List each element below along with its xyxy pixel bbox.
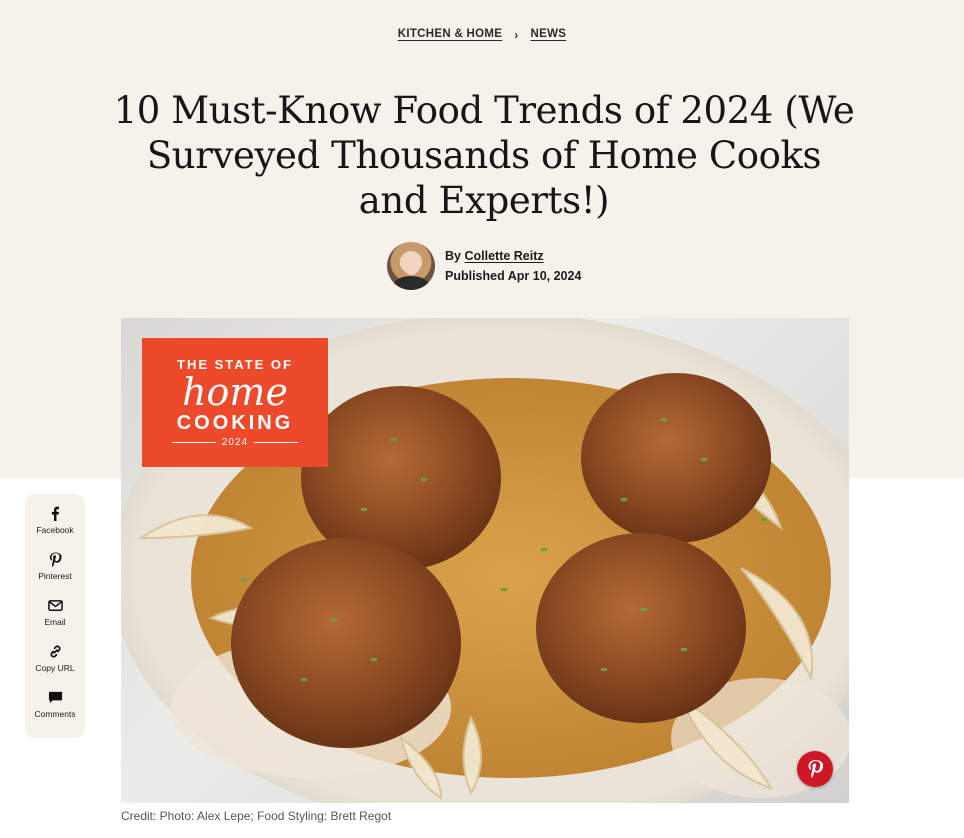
by-prefix: By — [445, 249, 461, 263]
article-title: 10 Must-Know Food Trends of 2024 (We Sur… — [113, 89, 855, 222]
published-date: Published Apr 10, 2024 — [445, 269, 582, 283]
pinterest-save-button[interactable] — [797, 751, 833, 787]
share-email-label: Email — [44, 617, 66, 627]
facebook-icon — [51, 506, 59, 521]
share-pinterest-button[interactable]: Pinterest — [25, 552, 85, 598]
pinterest-icon — [808, 760, 824, 778]
chevron-right-icon: › — [514, 28, 519, 42]
state-of-home-cooking-badge: THE STATE OF home COOKING 2024 — [142, 338, 328, 467]
share-pinterest-label: Pinterest — [38, 571, 72, 581]
badge-line-2: home — [182, 370, 288, 414]
share-email-button[interactable]: Email — [25, 598, 85, 644]
comment-icon — [48, 691, 62, 704]
byline-text: By Collette Reitz Published Apr 10, 2024 — [445, 246, 581, 286]
badge-line-3: COOKING — [176, 412, 294, 434]
share-facebook-label: Facebook — [36, 525, 74, 535]
byline: By Collette Reitz Published Apr 10, 2024 — [387, 242, 581, 290]
share-rail: Facebook Pinterest Email Copy URL Commen… — [25, 494, 85, 738]
share-comments-label: Comments — [34, 709, 76, 719]
share-facebook-button[interactable]: Facebook — [25, 506, 85, 552]
author-link[interactable]: Collette Reitz — [464, 249, 543, 263]
breadcrumb-link-kitchen-home[interactable]: KITCHEN & HOME — [398, 28, 503, 40]
share-copy-url-button[interactable]: Copy URL — [25, 644, 85, 690]
share-copy-url-label: Copy URL — [35, 663, 75, 673]
photo-credit: Credit: Photo: Alex Lepe; Food Styling: … — [121, 809, 392, 823]
badge-line-4: 2024 — [172, 437, 298, 448]
link-icon — [49, 645, 61, 658]
breadcrumb-link-news[interactable]: NEWS — [531, 28, 567, 40]
share-comments-button[interactable]: Comments — [25, 690, 85, 736]
pinterest-icon — [49, 552, 62, 567]
email-icon — [47, 600, 63, 611]
breadcrumb: KITCHEN & HOME › NEWS — [0, 27, 964, 42]
author-avatar[interactable] — [387, 242, 435, 290]
hero-image: THE STATE OF home COOKING 2024 — [121, 318, 849, 803]
